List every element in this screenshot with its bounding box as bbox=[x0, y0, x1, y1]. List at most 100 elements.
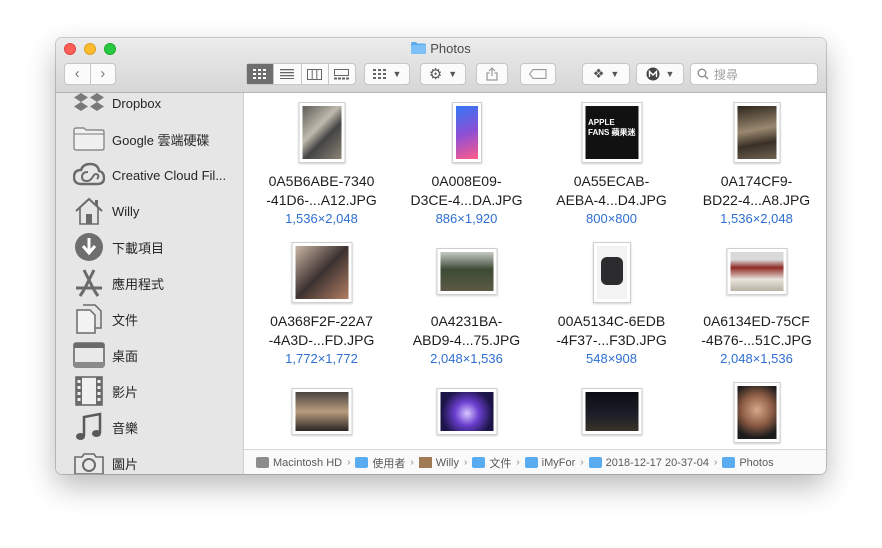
file-dimensions: 886×1,920 bbox=[435, 211, 498, 226]
file-name-line2: ABD9-4...75.JPG bbox=[412, 332, 521, 348]
back-button[interactable]: ‹ bbox=[65, 64, 90, 84]
file-name-line2: -4B76-...51C.JPG bbox=[701, 332, 812, 348]
desktop-icon bbox=[72, 340, 106, 370]
column-view-button[interactable] bbox=[300, 64, 328, 84]
sidebar-item-applications[interactable]: 應用程式 bbox=[56, 267, 243, 299]
sidebar-item-label: 圖片 bbox=[112, 456, 139, 472]
share-button[interactable] bbox=[476, 63, 508, 85]
share-icon bbox=[486, 67, 498, 81]
watch-face bbox=[600, 257, 623, 285]
action-menu-button[interactable]: ⚙ ▼ bbox=[420, 63, 466, 85]
sidebar-item-home[interactable]: Willy bbox=[56, 195, 243, 227]
chevron-down-icon: ▼ bbox=[392, 69, 402, 79]
sidebar-item-label: Willy bbox=[112, 203, 140, 219]
sidebar-item-documents[interactable]: 文件 bbox=[56, 303, 243, 335]
sidebar-item-label: Creative Cloud Fil... bbox=[112, 167, 227, 183]
path-label: 文件 bbox=[489, 457, 512, 470]
search-placeholder: 搜尋 bbox=[714, 67, 739, 82]
chevron-down-icon: ▼ bbox=[610, 69, 620, 79]
path-label: Photos bbox=[739, 456, 774, 469]
list-view-icon bbox=[280, 69, 295, 79]
tag-icon bbox=[529, 69, 547, 79]
sidebar-item-music[interactable]: 音樂 bbox=[56, 411, 243, 443]
file-name-line1: 00A5134C-6EDB bbox=[557, 313, 666, 329]
path-segment-willy[interactable]: Willy bbox=[418, 456, 459, 469]
thumbnail bbox=[726, 248, 787, 295]
folder-icon bbox=[588, 457, 602, 468]
applications-icon bbox=[72, 268, 106, 298]
sidebar-item-pictures[interactable]: 圖片 bbox=[56, 447, 243, 474]
dropbox-icon bbox=[72, 93, 106, 118]
folder-icon bbox=[411, 42, 427, 54]
sidebar-item-label: 桌面 bbox=[112, 348, 139, 364]
window-title-text: Photos bbox=[430, 41, 471, 56]
file-name-line1: 0A008E09- bbox=[431, 173, 502, 189]
creative-cloud-icon bbox=[72, 160, 106, 190]
file-dimensions: 800×800 bbox=[586, 211, 637, 226]
thumbnail: APPLE FANS 蘋果迷 bbox=[581, 102, 642, 163]
path-segment-date-folder[interactable]: 2018-12-17 20-37-04 bbox=[588, 457, 709, 469]
file-name-line2: -4F37-...F3D.JPG bbox=[556, 332, 667, 348]
file-name-line2: -41D6-...A12.JPG bbox=[266, 192, 377, 208]
path-label: iMyFor bbox=[541, 456, 576, 469]
path-segment-photos[interactable]: Photos bbox=[722, 456, 774, 469]
path-segment-users[interactable]: 使用者 bbox=[355, 455, 405, 471]
file-name-line1: 0A55ECAB- bbox=[573, 173, 650, 189]
chevron-right-icon: › bbox=[713, 457, 718, 468]
music-icon bbox=[72, 412, 106, 442]
sidebar-item-downloads[interactable]: 下載項目 bbox=[56, 231, 243, 263]
documents-folder-icon bbox=[472, 457, 486, 468]
group-by-button[interactable]: ▼ bbox=[364, 63, 410, 85]
folder-icon bbox=[524, 457, 538, 468]
chevron-right-icon: › bbox=[347, 457, 351, 468]
thumbnail bbox=[291, 388, 352, 435]
file-name-line1: 0A368F2F-22A7 bbox=[270, 313, 373, 329]
tags-button[interactable] bbox=[520, 63, 556, 85]
file-name-line1: 0A5B6ABE-7340 bbox=[268, 173, 375, 189]
file-dimensions: 1,772×1,772 bbox=[285, 351, 358, 366]
forward-button[interactable]: › bbox=[89, 64, 116, 84]
path-segment-macintosh-hd[interactable]: Macintosh HD bbox=[256, 457, 342, 469]
gallery-view-button[interactable] bbox=[327, 64, 355, 84]
file-dimensions: 1,536×2,048 bbox=[720, 211, 793, 226]
dropbox-menu-button[interactable]: ❖ ▼ bbox=[582, 63, 630, 85]
file-name-line1: 0A6134ED-75CF bbox=[703, 313, 810, 329]
movies-icon bbox=[72, 376, 106, 406]
file-name-line2: AEBA-4...D4.JPG bbox=[556, 192, 667, 208]
sidebar-item-dropbox[interactable]: Dropbox bbox=[56, 93, 243, 119]
file-dimensions: 2,048×1,536 bbox=[430, 351, 503, 366]
file-name-line1: 0A174CF9- bbox=[720, 173, 793, 189]
thumbnail bbox=[581, 388, 642, 435]
path-segment-imyfone[interactable]: iMyFor bbox=[524, 456, 576, 469]
finder-window: Photos ‹ › ▼ ⚙ ▼ ❖ ▼ ▼ 搜尋 Dropbox Google… bbox=[56, 38, 826, 474]
path-label: Willy bbox=[435, 456, 459, 469]
path-bar: Macintosh HD › 使用者 › Willy › 文件 › iMyFor… bbox=[244, 449, 826, 474]
sidebar-item-creative-cloud[interactable]: Creative Cloud Fil... bbox=[56, 159, 243, 191]
chevron-right-icon: › bbox=[516, 457, 520, 468]
path-label: 使用者 bbox=[372, 457, 406, 470]
sidebar-item-movies[interactable]: 影片 bbox=[56, 375, 243, 407]
sidebar: Dropbox Google 雲端硬碟 Creative Cloud Fil..… bbox=[56, 93, 244, 474]
path-segment-documents[interactable]: 文件 bbox=[472, 455, 511, 471]
download-icon bbox=[72, 232, 106, 262]
file-name-line2: -4A3D-...FD.JPG bbox=[268, 332, 375, 348]
sidebar-item-desktop[interactable]: 桌面 bbox=[56, 339, 243, 371]
sidebar-item-label: 影片 bbox=[112, 384, 139, 400]
sidebar-item-label: 文件 bbox=[112, 312, 139, 328]
nav-buttons: ‹ › bbox=[64, 63, 116, 85]
icon-view-icon bbox=[253, 69, 267, 79]
sidebar-item-google-drive[interactable]: Google 雲端硬碟 bbox=[56, 123, 243, 155]
extension-menu-button[interactable]: ▼ bbox=[636, 63, 684, 85]
file-dimensions: 2,048×1,536 bbox=[720, 351, 793, 366]
thumbnail-text: APPLE FANS 蘋果迷 bbox=[588, 118, 636, 137]
file-dimensions: 1,536×2,048 bbox=[285, 211, 358, 226]
search-field[interactable]: 搜尋 bbox=[690, 63, 818, 85]
icon-view-button[interactable] bbox=[247, 64, 274, 84]
file-name-line1: 0A4231BA- bbox=[430, 313, 503, 329]
list-view-button[interactable] bbox=[273, 64, 300, 84]
folder-icon bbox=[722, 457, 736, 468]
file-name-line2: BD22-4...A8.JPG bbox=[702, 192, 811, 208]
thumbnail bbox=[298, 102, 345, 163]
users-folder-icon bbox=[355, 457, 369, 468]
thumbnail bbox=[733, 102, 780, 163]
